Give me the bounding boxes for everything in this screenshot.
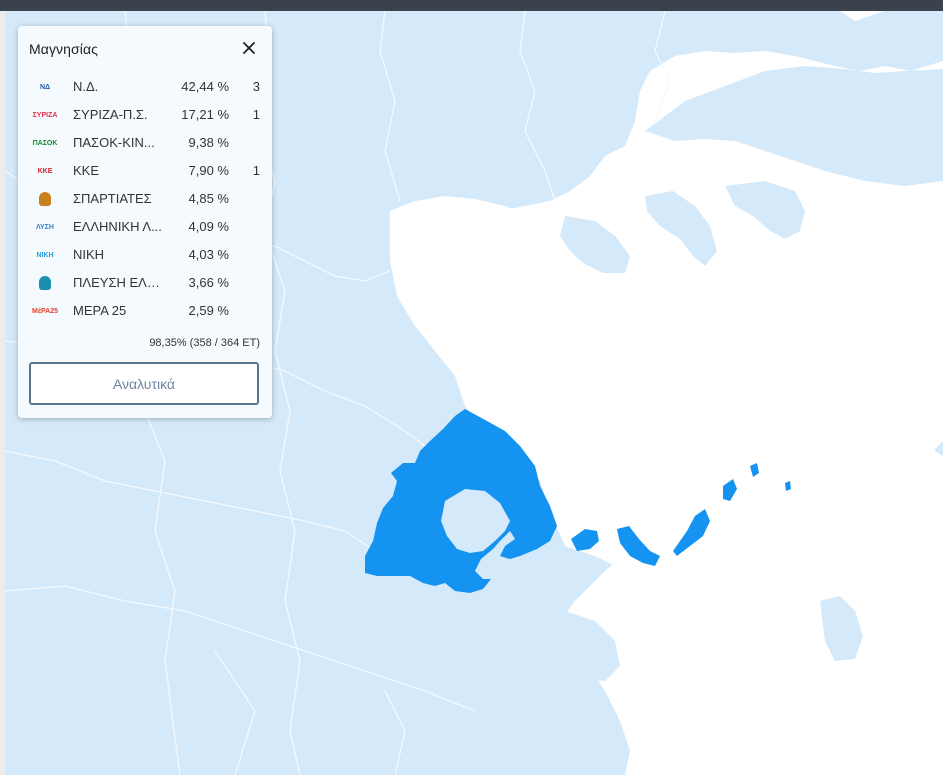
party-name: ΝΙΚΗ bbox=[73, 247, 105, 262]
party-logo-mark bbox=[39, 276, 51, 290]
browser-top-bar bbox=[0, 0, 943, 11]
party-name: Ν.Δ. bbox=[73, 79, 99, 94]
party-row[interactable]: ΚΚΕ ΚΚΕ 7,90 % 1 bbox=[18, 157, 272, 185]
pasok-logo: ΠΑΣΟΚ bbox=[29, 133, 61, 153]
spartiates-logo bbox=[29, 189, 61, 209]
party-row[interactable]: ΝΔ Ν.Δ. 42,44 % 3 bbox=[18, 73, 272, 101]
party-percentage: 2,59 % bbox=[188, 303, 229, 318]
party-percentage: 42,44 % bbox=[181, 79, 229, 94]
syriza-logo: ΣΥΡΙΖΑ bbox=[29, 105, 61, 125]
kke-logo: ΚΚΕ bbox=[29, 161, 61, 181]
party-logo-mark: ΛΥΣΗ bbox=[36, 223, 54, 231]
results-panel: Μαγνησίας ΝΔ Ν.Δ. 42,44 % 3 ΣΥΡΙΖΑ ΣΥΡΙΖΑ-Π.Σ… bbox=[18, 26, 272, 418]
party-logo-mark: ΝΔ bbox=[39, 83, 51, 91]
plefsi-logo bbox=[29, 273, 61, 293]
party-name: ΚΚΕ bbox=[73, 163, 100, 178]
party-logo-mark: ΜέΡΑ25 bbox=[32, 307, 58, 315]
party-row[interactable]: ΜέΡΑ25 ΜΕΡΑ 25 2,59 % bbox=[18, 297, 272, 325]
party-percentage: 9,38 % bbox=[188, 135, 229, 150]
party-percentage: 4,85 % bbox=[188, 191, 229, 206]
party-row[interactable]: ΣΥΡΙΖΑ ΣΥΡΙΖΑ-Π.Σ. 17,21 % 1 bbox=[18, 101, 272, 129]
party-name: ΣΥΡΙΖΑ-Π.Σ. bbox=[73, 107, 148, 122]
party-results-list: ΝΔ Ν.Δ. 42,44 % 3 ΣΥΡΙΖΑ ΣΥΡΙΖΑ-Π.Σ. 17,21 % 1 Π… bbox=[18, 73, 272, 325]
details-button[interactable]: Αναλυτικά bbox=[29, 362, 259, 405]
party-row[interactable]: ΝΙΚΗ ΝΙΚΗ 4,03 % bbox=[18, 241, 272, 269]
party-percentage: 7,90 % bbox=[188, 163, 229, 178]
northern-land bbox=[645, 66, 943, 186]
nd-logo: ΝΔ bbox=[29, 77, 61, 97]
party-percentage: 4,09 % bbox=[188, 219, 229, 234]
party-name: ΠΑΣΟΚ-ΚΙΝ... bbox=[73, 135, 155, 150]
party-logo-mark: ΝΙΚΗ bbox=[36, 251, 54, 259]
peninsula-land bbox=[645, 191, 717, 266]
party-percentage: 4,03 % bbox=[188, 247, 229, 262]
party-seats: 1 bbox=[252, 163, 260, 178]
party-logo-mark: ΠΑΣΟΚ bbox=[32, 139, 58, 147]
party-logo-mark: ΚΚΕ bbox=[37, 167, 53, 175]
party-row[interactable]: ΣΠΑΡΤΙΑΤΕΣ 4,85 % bbox=[18, 185, 272, 213]
peninsula-land bbox=[725, 181, 805, 239]
party-logo-mark: ΣΥΡΙΖΑ bbox=[32, 111, 58, 119]
close-button[interactable] bbox=[239, 38, 259, 58]
party-name: ΣΠΑΡΤΙΑΤΕΣ bbox=[73, 191, 152, 206]
panel-title: Μαγνησίας bbox=[29, 41, 99, 57]
mera25-logo: ΜέΡΑ25 bbox=[29, 301, 61, 321]
elliniki-lysi-logo: ΛΥΣΗ bbox=[29, 217, 61, 237]
counted-precincts: 98,35% (358 / 364 ΕΤ) bbox=[149, 337, 260, 349]
party-logo-mark bbox=[39, 192, 51, 206]
party-seats: 1 bbox=[252, 107, 260, 122]
party-seats: 3 bbox=[252, 79, 260, 94]
party-row[interactable]: ΠΑΣΟΚ ΠΑΣΟΚ-ΚΙΝ... 9,38 % bbox=[18, 129, 272, 157]
party-percentage: 17,21 % bbox=[181, 107, 229, 122]
party-name: ΕΛΛΗΝΙΚΗ Λ... bbox=[73, 219, 162, 234]
niki-logo: ΝΙΚΗ bbox=[29, 245, 61, 265]
party-row[interactable]: ΛΥΣΗ ΕΛΛΗΝΙΚΗ Λ... 4,09 % bbox=[18, 213, 272, 241]
island-land bbox=[820, 596, 863, 661]
party-percentage: 3,66 % bbox=[188, 275, 229, 290]
party-name: ΠΛΕΥΣΗ ΕΛΕ... bbox=[73, 275, 165, 290]
close-icon bbox=[243, 42, 255, 54]
party-name: ΜΕΡΑ 25 bbox=[73, 303, 127, 318]
party-row[interactable]: ΠΛΕΥΣΗ ΕΛΕ... 3,66 % bbox=[18, 269, 272, 297]
